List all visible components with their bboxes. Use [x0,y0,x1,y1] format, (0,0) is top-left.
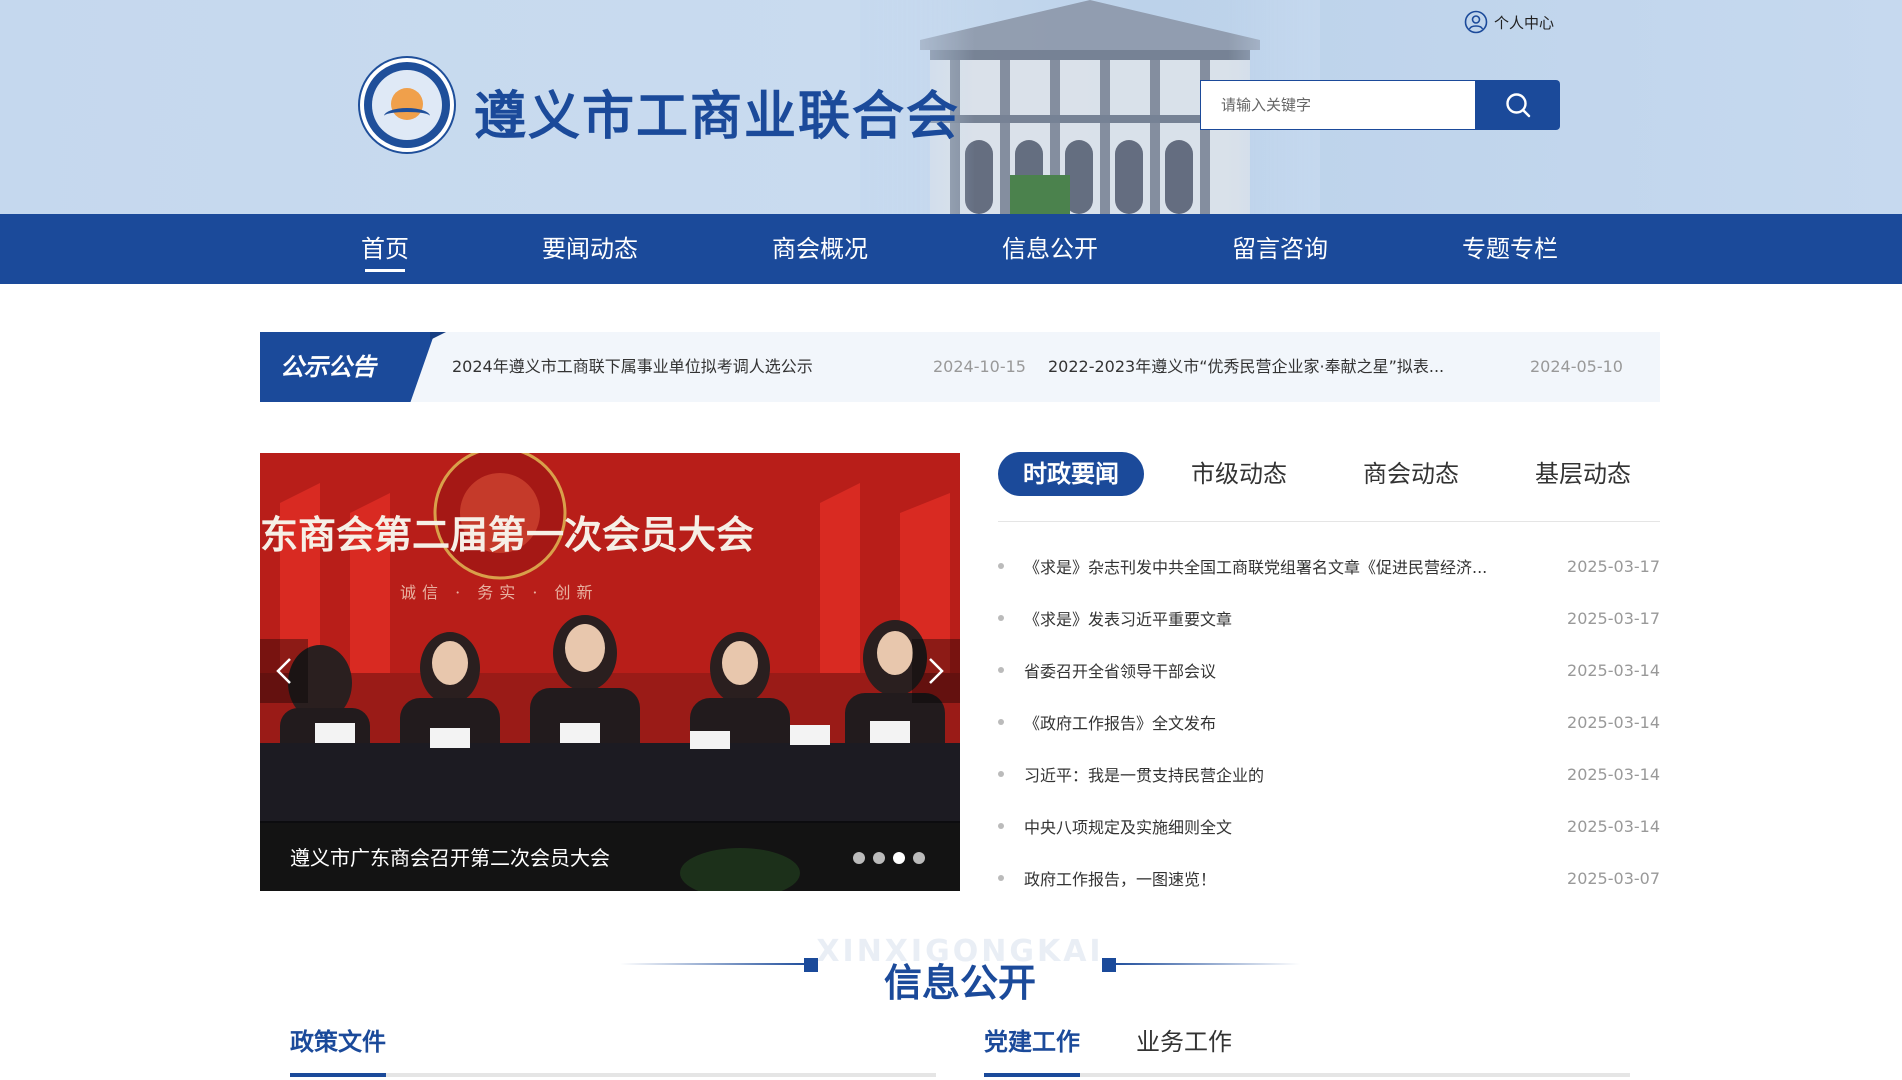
news-item[interactable]: 《求是》杂志刊发中共全国工商联党组署名文章《促进民营经济... 2025-03-1… [998,540,1660,592]
user-icon [1464,10,1488,34]
news-item[interactable]: 《求是》发表习近平重要文章 2025-03-17 [998,592,1660,644]
news-item[interactable]: 《政府工作报告》全文发布 2025-03-14 [998,696,1660,748]
news-date: 2025-03-14 [1567,660,1660,680]
carousel-dot[interactable] [913,852,925,864]
news-title[interactable]: 习近平：我是一贯支持民营企业的 [1024,762,1567,786]
carousel-dot[interactable] [893,852,905,864]
notice-item[interactable]: 2022-2023年遵义市“优秀民营企业家·奉献之星”拟表... [1048,332,1444,402]
news-title[interactable]: 《求是》发表习近平重要文章 [1024,606,1567,630]
tab-city-news[interactable]: 市级动态 [1184,452,1294,496]
news-list: 《求是》杂志刊发中共全国工商联党组署名文章《促进民营经济... 2025-03-1… [998,540,1660,904]
search-input[interactable] [1200,80,1476,130]
carousel-dots [853,852,925,864]
banner-text: 东商会第二届第一次会员大会 [260,512,754,557]
news-title[interactable]: 省委召开全省领导干部会议 [1024,658,1567,682]
news-item[interactable]: 政府工作报告，一图速览！ 2025-03-07 [998,852,1660,904]
section-title: 信息公开 [883,961,1036,1005]
news-date: 2025-03-17 [1567,556,1660,576]
deco-square-icon [1102,958,1116,972]
notice-date: 2024-05-10 [1530,357,1623,376]
news-tabs: 时政要闻 市级动态 商会动态 基层动态 [998,452,1660,522]
nav-item-overview[interactable]: 商会概况 [760,214,880,284]
user-center-label: 个人中心 [1494,13,1555,32]
user-center-link[interactable]: 个人中心 [1464,10,1554,34]
site-title: 遵义市工商业联合会 [474,86,961,147]
nav-item-special-column[interactable]: 专题专栏 [1450,214,1570,284]
carousel-prev-button[interactable] [260,639,308,703]
carousel-dot[interactable] [853,852,865,864]
news-title[interactable]: 《求是》杂志刊发中共全国工商联党组署名文章《促进民营经济... [1024,554,1567,578]
tab-policy-documents[interactable]: 政策文件 [290,1022,386,1072]
news-date: 2025-03-14 [1567,816,1660,836]
notice-bar: 公示公告 2024年遵义市工商联下属事业单位拟考调人选公示 2024-10-15… [260,332,1660,402]
notice-date: 2024-10-15 [933,357,1026,376]
logo-emblem-icon [372,70,442,140]
news-item[interactable]: 省委召开全省领导干部会议 2025-03-14 [998,644,1660,696]
nav-item-info-disclosure[interactable]: 信息公开 [990,214,1110,284]
main-nav: 首页 要闻动态 商会概况 信息公开 留言咨询 专题专栏 [0,214,1902,284]
chevron-left-icon [276,658,291,684]
tab-business-work[interactable]: 业务工作 [1136,1022,1232,1072]
news-title[interactable]: 中央八项规定及实施细则全文 [1024,814,1567,838]
chevron-right-icon [929,658,944,684]
news-date: 2025-03-07 [1567,868,1660,888]
site-logo[interactable] [360,58,454,152]
news-title[interactable]: 政府工作报告，一图速览！ [1024,866,1567,890]
search-box [1200,80,1560,130]
news-carousel[interactable]: 东商会第二届第一次会员大会 诚信 · 务实 · 创新 遵义市广东商会召开第二次会… [260,453,960,891]
notice-tag: 公示公告 [260,332,435,402]
carousel-dot[interactable] [873,852,885,864]
nav-item-news[interactable]: 要闻动态 [530,214,650,284]
news-date: 2025-03-14 [1567,764,1660,784]
news-item[interactable]: 中央八项规定及实施细则全文 2025-03-14 [998,800,1660,852]
news-date: 2025-03-14 [1567,712,1660,732]
search-icon [1506,93,1531,118]
info-section-header: XINXIGONGKAI 信息公开 [620,930,1300,1010]
tab-chamber-news[interactable]: 商会动态 [1356,452,1466,496]
news-date: 2025-03-17 [1567,608,1660,628]
site-header: 遵义市工商业联合会 个人中心 [0,0,1902,214]
news-title[interactable]: 《政府工作报告》全文发布 [1024,710,1567,734]
search-button[interactable] [1476,80,1560,130]
notice-item[interactable]: 2024年遵义市工商联下属事业单位拟考调人选公示 [452,332,813,402]
tab-party-building[interactable]: 党建工作 [984,1022,1080,1072]
news-item[interactable]: 习近平：我是一贯支持民营企业的 2025-03-14 [998,748,1660,800]
carousel-next-button[interactable] [912,639,960,703]
tab-grassroots-news[interactable]: 基层动态 [1528,452,1638,496]
svg-text:诚信 · 务实 · 创新: 诚信 · 务实 · 创新 [400,583,599,602]
nav-item-consultation[interactable]: 留言咨询 [1220,214,1340,284]
nav-item-home[interactable]: 首页 [340,214,430,284]
tab-current-affairs[interactable]: 时政要闻 [998,452,1144,496]
slide-caption[interactable]: 遵义市广东商会召开第二次会员大会 [290,842,610,871]
